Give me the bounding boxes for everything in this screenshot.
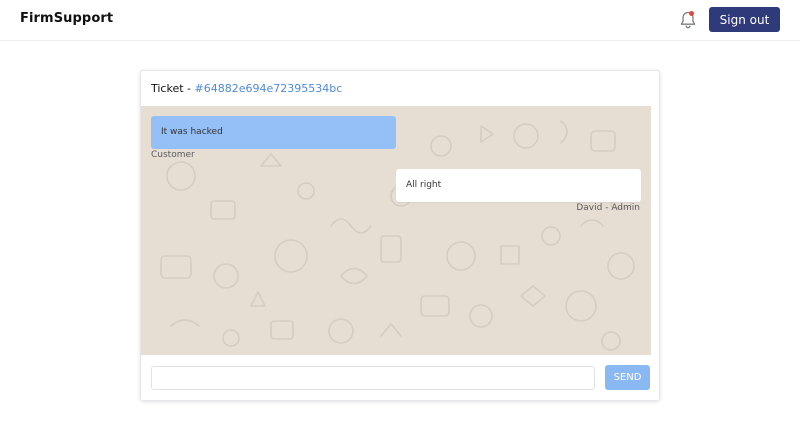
brand-logo[interactable]: FirmSupport [20, 11, 113, 26]
notifications-button[interactable] [679, 10, 697, 30]
ticket-id-link[interactable]: #64882e694e72395534bc [195, 82, 343, 95]
ticket-card: Ticket - #64882e694e72395534bc It was ha… [140, 70, 660, 401]
send-button[interactable]: SEND [605, 365, 650, 390]
message-composer: SEND [141, 355, 659, 400]
ticket-label: Ticket - [151, 82, 195, 95]
message-sender-customer: Customer [151, 150, 195, 160]
sign-out-button[interactable]: Sign out [709, 7, 780, 32]
ticket-header: Ticket - #64882e694e72395534bc [141, 71, 659, 106]
message-bubble-customer: It was hacked [151, 116, 396, 149]
bell-icon [680, 11, 696, 29]
message-bubble-admin: All right [396, 169, 641, 202]
notification-badge [689, 11, 694, 16]
message-input[interactable] [151, 366, 595, 390]
message-sender-admin: David - Admin [576, 203, 640, 213]
app-header: FirmSupport Sign out [0, 0, 800, 41]
chat-thread[interactable]: It was hacked Customer All right David -… [141, 106, 651, 355]
